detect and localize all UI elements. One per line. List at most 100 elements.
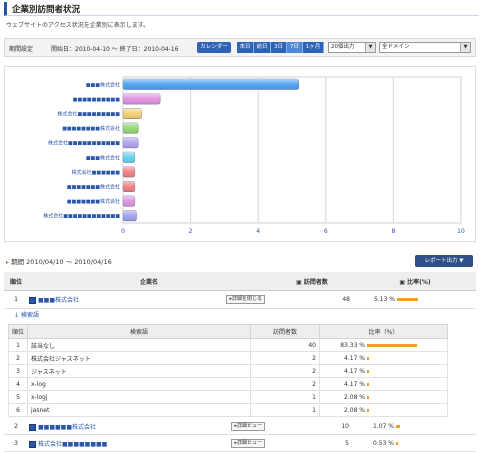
detail-view-button[interactable]: ▸詳細ビュー [231, 438, 265, 448]
kw-visitors-cell: 1 [250, 390, 320, 404]
chevron-down-icon: ▼ [365, 43, 375, 52]
ratio-value: 0.53 % [373, 439, 394, 447]
kw-ratio-value: 4.17 % [344, 354, 365, 362]
chart-bar-shine [123, 195, 135, 207]
output-count-select[interactable]: 20個出力 ▼ [328, 42, 376, 53]
y-category-label: 株式会社■■■■■■■■■■■■ [43, 213, 120, 220]
report-output-label: レポート出力 [424, 258, 458, 264]
ratio-bar [395, 424, 401, 428]
kw-rank-cell: 5 [8, 390, 28, 404]
calendar-button[interactable]: カレンダー [197, 42, 231, 53]
x-tick-label: 0 [121, 228, 125, 235]
kw-term-cell: 株式会社ジャスネット [27, 351, 251, 365]
keyword-row: 2 株式会社ジャスネット 2 4.17 % [8, 351, 448, 365]
detail-view-label: 詳細ビュー [236, 422, 262, 429]
y-category-label: 株式会社■■■■■■■■■■■ [48, 140, 120, 147]
range-1month-button[interactable]: 1ヶ月 [303, 42, 324, 53]
table-row: 2 ■■■■■■株式会社 ▸詳細ビュー 10 1.07 % [4, 418, 476, 435]
range-7days-button[interactable]: 7日 [287, 42, 303, 53]
kw-ratio-bar [366, 408, 369, 412]
y-category-label: ■■■株式会社 [86, 81, 120, 88]
kw-ratio-bar [366, 369, 370, 373]
kw-ratio-value: 2.08 % [344, 406, 365, 414]
ratio-value: 1.07 % [373, 422, 394, 430]
kw-ratio-value: 2.08 % [344, 393, 365, 401]
company-icon [29, 440, 36, 448]
domain-select[interactable]: 全ドメイン ▼ [379, 42, 471, 53]
kw-visitors-cell: 2 [250, 351, 320, 365]
kw-ratio-cell: 4.17 % [319, 351, 448, 365]
col-visitors-label: 訪問者数 [303, 278, 328, 286]
kw-ratio-cell: 2.08 % [319, 403, 448, 417]
kw-rank-cell: 1 [8, 338, 28, 352]
range-today-button[interactable]: 本日 [237, 42, 254, 53]
rank-cell: 1 [4, 290, 28, 309]
keyword-header-row: 順位 検索語 訪問者数 比率（%） [8, 324, 448, 339]
ratio-cell: 5.13 % [354, 290, 476, 309]
output-count-value: 20個出力 [331, 44, 355, 50]
x-tick-label: 8 [391, 228, 395, 235]
period-heading: ▸ 期間 2010/04/10 ～ 2010/04/16 [6, 256, 112, 266]
chart-bar-shine [123, 152, 135, 163]
company-icon [29, 297, 36, 304]
ratio-bar [396, 298, 418, 301]
rank-cell: 2 [4, 418, 28, 435]
kw-term-cell: x-logj [27, 390, 251, 404]
plot-area [122, 76, 462, 224]
detail-view-button[interactable]: ▸詳細ビュー [231, 421, 265, 431]
detail-view-label: 詳細ビュー [236, 439, 262, 446]
company-cell: ■■■■■■株式会社 ▸詳細ビュー [28, 418, 270, 435]
chart-bar-shine [123, 166, 135, 178]
close-detail-button[interactable]: ▸詳細を閉じる [226, 295, 265, 304]
visitors-cell: 10 [270, 418, 353, 435]
keyword-row: 6 jasnet 1 2.08 % [8, 403, 448, 417]
keyword-row: 5 x-logj 1 2.08 % [8, 390, 448, 404]
company-link[interactable]: ■■■株式会社 [38, 297, 79, 304]
range-3days-button[interactable]: 3日 [271, 42, 287, 53]
chart-bar-shine [123, 137, 139, 148]
company-link[interactable]: ■■■■■■株式会社 [38, 424, 96, 431]
kw-ratio-value: 83.33 % [340, 341, 365, 349]
page-title-bar: 企業別訪問者状況 [4, 2, 479, 16]
chart-bar-shine [123, 79, 299, 90]
page-description: ウェブサイトのアクセス状況を企業別に表示します。 [6, 22, 150, 29]
date-range-text: 開始日：2010-04-10 ～ 終了日：2010-04-16 [51, 46, 179, 53]
kw-rank-cell: 6 [8, 403, 28, 417]
kw-visitors-header: 訪問者数 [250, 324, 320, 339]
arrow-right-icon: ▸ [6, 259, 10, 266]
chart-bar-shine [123, 181, 135, 192]
x-tick-label: 2 [189, 228, 193, 235]
kw-ratio-header: 比率（%） [319, 324, 448, 339]
x-tick-label: 6 [324, 228, 328, 235]
table-row: 1 ■■■株式会社 ▸詳細を閉じる 48 5.13 % [4, 290, 476, 309]
company-icon [29, 423, 36, 431]
period-setting-label: 期間設定 [9, 46, 34, 53]
company-table-continued: 2 ■■■■■■株式会社 ▸詳細ビュー 10 1.07 % 3 株式会社■■■■… [4, 418, 476, 452]
y-category-label: ■■■■■■■■株式会社 [62, 125, 120, 132]
kw-ratio-value: 4.17 % [344, 367, 365, 375]
kw-rank-cell: 3 [8, 364, 28, 378]
chevron-down-icon: ▼ [460, 43, 470, 52]
period-range: 2010/04/10 ～ 2010/04/16 [26, 258, 112, 266]
y-category-label: ■■■株式会社 [86, 154, 120, 161]
range-yesterday-button[interactable]: 前日 [254, 42, 271, 53]
col-rank-header: 順位 [4, 272, 28, 291]
keyword-row: 3 ジャスネット 2 4.17 % [8, 364, 448, 378]
kw-visitors-cell: 2 [250, 377, 320, 391]
kw-ratio-cell: 4.17 % [319, 364, 448, 378]
keyword-title-label: 検索語 [20, 312, 39, 319]
kw-ratio-bar [366, 356, 370, 360]
kw-term-cell: x-log [27, 377, 251, 391]
y-category-label: 株式会社■■■■■■■■■ [57, 111, 120, 118]
period-label: 期間 [11, 258, 25, 266]
visitors-cell: 48 [270, 290, 354, 309]
kw-rank-cell: 4 [8, 377, 28, 391]
report-output-button[interactable]: レポート出力 ▼ [415, 255, 473, 267]
col-ratio-label: 比率(%) [407, 278, 431, 286]
arrow-down-icon: ↓ [14, 312, 20, 319]
kw-ratio-bar [366, 343, 417, 347]
close-detail-label: 詳細を閉じる [231, 296, 262, 302]
kw-ratio-cell: 4.17 % [319, 377, 448, 391]
ratio-cell: 1.07 % [353, 418, 476, 435]
company-link[interactable]: 株式会社■■■■■■■■ [38, 441, 107, 448]
